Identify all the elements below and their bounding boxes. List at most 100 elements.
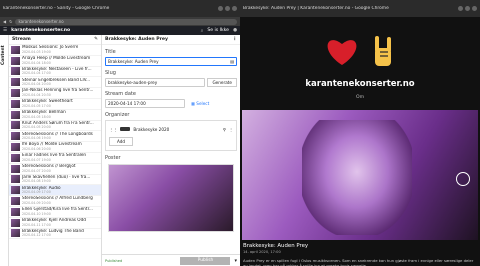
- maximize-icon[interactable]: [465, 6, 470, 11]
- thumbnail: [11, 207, 20, 216]
- right-window-controls[interactable]: [458, 6, 477, 11]
- list-item-date: 2020-04-11 17:00: [22, 222, 51, 227]
- list-item[interactable]: Brakkesyke: Nestaseen - Live fr... 2020-0…: [9, 67, 101, 78]
- thumbnail: [11, 56, 20, 65]
- add-organizer-button[interactable]: Add: [109, 137, 133, 146]
- minimize-icon[interactable]: [458, 6, 463, 11]
- content-rail[interactable]: Content: [0, 35, 9, 266]
- list-item[interactable]: Ifè Boyo // Molde Livestream 2020-04-06 2…: [9, 142, 101, 153]
- right-chrome-titlebar: Brakkesyke: Auden Prey | Karantenekonser…: [240, 0, 480, 17]
- stream-date-input[interactable]: 2020-04-14 17:00: [105, 99, 185, 108]
- list-item-date: 2020-04-09 20:00: [22, 201, 51, 206]
- list-item-text: Ifè Boyo // Molde Livestream 2020-04-06 2…: [22, 142, 82, 151]
- slug-input[interactable]: brakkesyke-auden-prey: [105, 78, 206, 87]
- list-item-text: StereoSessions // Alfred Lundberg 2020-04…: [22, 196, 93, 205]
- artist-photo: [302, 120, 412, 235]
- website-content: karantenekonserter.no Om Brakkesyke: Aud…: [240, 17, 480, 266]
- left-window-controls[interactable]: [218, 6, 237, 11]
- back-icon[interactable]: ◀: [3, 19, 6, 24]
- list-item-title: Brakkesyke: Bellman: [22, 110, 66, 115]
- menu-icon[interactable]: ☰: [3, 28, 7, 33]
- publish-status: Published: [105, 258, 123, 263]
- thumbnail: [11, 175, 20, 184]
- publish-button[interactable]: Publish: [180, 256, 231, 265]
- list-item-date: 2020-04-04 20:00: [22, 82, 51, 87]
- list-item[interactable]: Brakkesyke: Bellman 2020-04-05 18:00: [9, 110, 101, 121]
- list-item[interactable]: Jan-Niklas Henning live fra Sentr... 2020…: [9, 88, 101, 99]
- list-item[interactable]: Einar Fadnes live fra Sentralen 2020-04-0…: [9, 153, 101, 164]
- title-field: Title Brakkesyke: Auden Prey ▤: [102, 49, 240, 66]
- list-item[interactable]: Ariaya Heep // Molde Livestream 2020-04-0…: [9, 56, 101, 67]
- event-date: 14. april 2020, 17:00: [243, 250, 281, 254]
- thumbnail: [11, 186, 20, 195]
- list-item-text: Steinar Engelbreksen Band LIV... 2020-04-…: [22, 78, 90, 87]
- user-name[interactable]: Se is Ikke: [207, 28, 229, 33]
- thumbnail: [11, 89, 20, 98]
- search-icon[interactable]: ⌕: [201, 28, 204, 34]
- list-item[interactable]: Moskus Sessions: Jo Sverre 2020-04-03 19:…: [9, 45, 101, 56]
- avatar[interactable]: ●: [233, 28, 237, 33]
- list-item-title: Ariaya Heep // Molde Livestream: [22, 56, 91, 61]
- thumbnail: [11, 197, 20, 206]
- list-item[interactable]: Jarle Skavhellen (duo) · live fra... 2020…: [9, 175, 101, 186]
- list-item-date: 2020-04-05 17:00: [22, 103, 51, 108]
- list-item-text: Moskus Sessions: Jo Sverre 2020-04-03 19:…: [22, 45, 78, 54]
- right-window-title: Brakkesyke: Auden Prey | Karantenekonser…: [243, 6, 389, 11]
- close-icon[interactable]: [232, 6, 237, 11]
- list-item-text: Brakkesyke: Sweetheart 2020-04-05 17:00: [22, 99, 73, 108]
- reload-icon[interactable]: ↻: [9, 19, 12, 24]
- list-item[interactable]: Ellen Gjerstad/Kira live fra Sentr... 202…: [9, 207, 101, 218]
- select-date-button[interactable]: ▦ Select: [187, 99, 214, 108]
- list-item[interactable]: Brakkesyke: Kjell Andreas Odd 2020-04-11 …: [9, 218, 101, 229]
- thumbnail: [11, 143, 20, 152]
- list-item-date: 2020-04-05 18:00: [22, 114, 51, 119]
- event-hero-image: [242, 110, 478, 240]
- more-actions-icon[interactable]: ▾: [234, 258, 237, 264]
- list-item[interactable]: Brakkesyke: Audio 2020-04-09 17:00: [9, 185, 101, 197]
- left-url-field[interactable]: karantenekonserter.no: [15, 18, 237, 25]
- rock-hand-icon: [375, 36, 391, 66]
- list-item-date: 2020-04-06 20:00: [22, 147, 51, 152]
- studio-top-bar: ☰ karantenekonserter.no ⌕ Se is Ikke ●: [0, 26, 240, 35]
- list-item[interactable]: StereoSessions // Bergljot 2020-04-07 20:…: [9, 164, 101, 175]
- generate-button[interactable]: Generate: [207, 78, 237, 87]
- list-item-date: 2020-04-06 19:00: [22, 136, 51, 141]
- title-input[interactable]: Brakkesyke: Auden Prey ▤: [105, 57, 237, 66]
- link-icon[interactable]: ⚲: [223, 127, 226, 132]
- content-rail-label: Content: [1, 45, 6, 65]
- poster-image[interactable]: [108, 164, 234, 232]
- maximize-icon[interactable]: [225, 6, 230, 11]
- list-item[interactable]: StereoSessions // The Longboards 2020-04-…: [9, 131, 101, 143]
- list-item-text: Knut Anders Sørum fra Fra Sentr... 2020-0…: [22, 121, 94, 130]
- thumbnail: [11, 164, 20, 173]
- drag-handle-icon[interactable]: ⋮⋮: [109, 127, 117, 132]
- stream-date-label: Stream date: [105, 91, 136, 97]
- list-item[interactable]: Brakkesyke: Sweetheart 2020-04-05 17:00: [9, 99, 101, 110]
- list-item-date: 2020-04-03 19:00: [22, 49, 51, 54]
- studio-brand[interactable]: karantenekonserter.no: [11, 28, 197, 33]
- thumbnail: [11, 121, 20, 130]
- stream-list-pane: Stream ✎ Moskus Sessions: Jo Sverre 2020-…: [9, 35, 102, 266]
- list-item-text: Brakkesyke: Nestaseen - Live fr... 2020-0…: [22, 67, 92, 76]
- list-item[interactable]: Steinar Engelbreksen Band LIV... 2020-04-…: [9, 77, 101, 89]
- minimize-icon[interactable]: [218, 6, 223, 11]
- list-item[interactable]: StereoSessions // Alfred Lundberg 2020-04…: [9, 196, 101, 207]
- title-input-value: Brakkesyke: Auden Prey: [108, 59, 159, 64]
- event-description: Auden Prey er en spillen fugl i Oslos mu…: [243, 258, 474, 266]
- site-brand-name[interactable]: karantenekonserter.no: [240, 79, 480, 89]
- compose-icon[interactable]: ✎: [94, 37, 98, 42]
- organizer-item[interactable]: ⋮⋮ Brakkesyke 2020 ⚲ ⋮: [109, 125, 233, 133]
- site-logo[interactable]: [240, 17, 480, 77]
- thumbnail: [11, 45, 20, 54]
- event-title: Brakkesyke: Auden Prey: [243, 243, 309, 249]
- list-item[interactable]: Knut Anders Sørum fra Fra Sentr... 2020-0…: [9, 121, 101, 132]
- close-icon[interactable]: [472, 6, 477, 11]
- left-address-bar: ◀ ↻ karantenekonserter.no: [0, 17, 240, 26]
- more-icon[interactable]: ⋮: [232, 37, 237, 42]
- poster-field: Poster: [102, 155, 240, 232]
- organizer-more-icon[interactable]: ⋮: [229, 127, 233, 132]
- list-item-text: Jan-Niklas Henning live fra Sentr... 2020…: [22, 88, 93, 97]
- nav-om-link[interactable]: Om: [240, 95, 480, 100]
- list-item-date: 2020-04-04 17:00: [22, 71, 51, 76]
- list-item[interactable]: Brakkesyke: Ludvig The Band 2020-04-12 17…: [9, 229, 101, 240]
